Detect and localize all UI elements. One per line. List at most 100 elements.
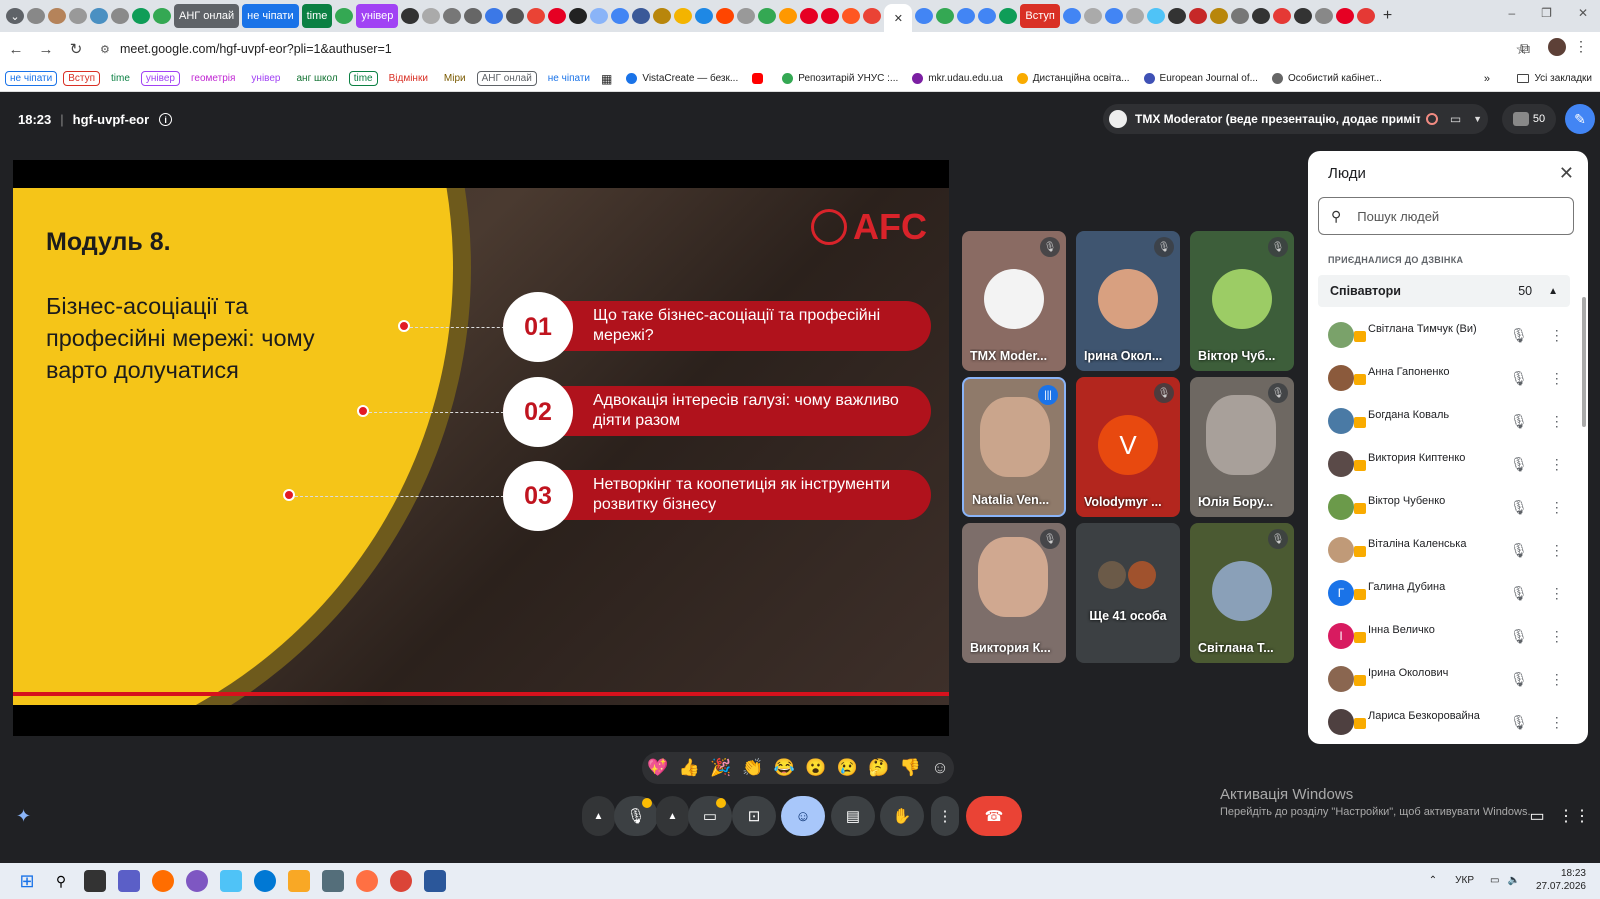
tab-chip[interactable]: АНГ онлай xyxy=(174,4,240,28)
start-icon[interactable]: ⊞ xyxy=(16,870,38,892)
tab-favicon[interactable] xyxy=(674,8,693,24)
tab-favicon[interactable] xyxy=(737,8,756,24)
party-reaction[interactable]: 🎉 xyxy=(710,758,731,778)
mic-off-icon[interactable]: 🎙 xyxy=(1510,714,1528,731)
recording-controls[interactable]: ▭ ▼ xyxy=(1420,104,1488,134)
more-options-icon[interactable]: ⋮ xyxy=(1550,671,1564,688)
surprised-reaction[interactable]: 😮 xyxy=(805,758,826,778)
bookmark-chip[interactable]: time xyxy=(106,71,135,86)
present-screen-button[interactable]: ⊡ xyxy=(732,796,776,836)
tab-favicon[interactable] xyxy=(1356,8,1375,24)
bookmark-link[interactable]: Дистанційна освіта... xyxy=(1016,73,1130,84)
panel-scrollbar[interactable] xyxy=(1582,297,1586,427)
blender-icon[interactable] xyxy=(152,870,174,892)
volume-icon[interactable]: 🔈 xyxy=(1507,875,1519,886)
mic-off-icon[interactable]: 🎙 xyxy=(1510,370,1528,387)
tab-favicon[interactable] xyxy=(1209,8,1228,24)
tab-chip[interactable]: time xyxy=(301,4,333,28)
thinking-reaction[interactable]: 🤔 xyxy=(868,758,889,778)
close-icon[interactable]: ✕ xyxy=(1559,163,1574,184)
tab-favicon[interactable] xyxy=(506,8,525,24)
bookmark-chip[interactable]: універ xyxy=(140,71,180,86)
new-tab-button[interactable]: + xyxy=(1378,4,1397,28)
tab-favicon[interactable] xyxy=(69,8,87,24)
tab-list-icon[interactable]: ⌄ xyxy=(6,8,24,24)
raise-hand-button[interactable]: ✋ xyxy=(880,796,924,836)
tab-favicon[interactable] xyxy=(800,8,819,24)
thumbs-up-reaction[interactable]: 👍 xyxy=(679,758,700,778)
participant-tile[interactable]: 🎙 Світлана Т... xyxy=(1190,523,1294,663)
bookmark-chip[interactable]: геометрія xyxy=(186,71,240,86)
bookmark-link[interactable]: Репозитарій УНУС :... xyxy=(782,73,898,84)
file-explorer-icon[interactable] xyxy=(288,870,310,892)
tab-favicon[interactable] xyxy=(422,8,441,24)
participant-tile[interactable]: 🎙 Ірина Окол... xyxy=(1076,231,1180,371)
activities-grid-icon[interactable]: ⋮⋮ xyxy=(1558,804,1590,828)
back-arrow-icon[interactable]: ← xyxy=(2,35,30,63)
bookmark-chip[interactable]: Відмінки xyxy=(384,71,433,86)
list-item[interactable]: Виктория Киптенко 🎙 ⋮ xyxy=(1328,444,1573,484)
clock[interactable]: 18:23 27.07.2026 xyxy=(1536,867,1586,893)
list-item[interactable]: Богдана Коваль 🎙 ⋮ xyxy=(1328,401,1573,441)
minimize-icon[interactable]: – xyxy=(1508,6,1515,20)
tab-favicon[interactable] xyxy=(485,8,504,24)
tab-favicon[interactable] xyxy=(695,8,714,24)
mic-off-icon[interactable]: 🎙 xyxy=(1510,671,1528,688)
more-options-icon[interactable]: ⋮ xyxy=(1550,413,1564,430)
tab-favicon[interactable] xyxy=(132,8,150,24)
tab-favicon[interactable] xyxy=(1146,8,1165,24)
app-icon[interactable] xyxy=(220,870,242,892)
all-bookmarks[interactable]: Усі закладки xyxy=(1517,73,1592,84)
info-icon[interactable]: i xyxy=(159,113,173,126)
tab-favicon[interactable] xyxy=(569,8,588,24)
search-icon[interactable]: ⚲ xyxy=(50,870,72,892)
site-info-icon[interactable]: ⚙ xyxy=(100,43,110,56)
more-options-icon[interactable]: ⋮ xyxy=(1550,628,1564,645)
participant-tile[interactable]: 🎙 TMX Moder... xyxy=(962,231,1066,371)
tab-favicon[interactable] xyxy=(90,8,108,24)
participant-tile[interactable]: 🎙 Юлія Бору... xyxy=(1190,377,1294,517)
bookmark-link[interactable]: mkr.udau.edu.ua xyxy=(912,73,1003,84)
maximize-icon[interactable]: ❐ xyxy=(1541,6,1552,20)
tab-favicon[interactable] xyxy=(335,8,354,24)
mic-off-icon[interactable]: 🎙 xyxy=(1510,413,1528,430)
record-icon[interactable] xyxy=(1425,113,1438,125)
tab-favicon[interactable] xyxy=(632,8,651,24)
more-options-icon[interactable]: ⋮ xyxy=(1550,542,1564,559)
mic-off-icon[interactable]: 🎙 xyxy=(1510,499,1528,516)
bookmark-chip[interactable]: Міри xyxy=(439,71,471,86)
tab-favicon[interactable] xyxy=(1062,8,1081,24)
list-item[interactable]: Г Галина Дубина 🎙 ⋮ xyxy=(1328,573,1573,613)
camera-off-icon[interactable]: ▭ xyxy=(1450,112,1461,126)
list-item[interactable]: Лариса Безкоровайна 🎙 ⋮ xyxy=(1328,702,1573,742)
tab-favicon[interactable] xyxy=(153,8,171,24)
tab-favicon[interactable] xyxy=(978,8,997,24)
network-icon[interactable]: ▭ xyxy=(1490,875,1499,886)
profile-avatar[interactable] xyxy=(1548,38,1566,56)
bookmark-link[interactable]: Особистий кабінет... xyxy=(1271,73,1382,84)
tab-favicon[interactable] xyxy=(1188,8,1207,24)
tab-favicon[interactable] xyxy=(999,8,1018,24)
list-item[interactable]: Анна Гапоненко 🎙 ⋮ xyxy=(1328,358,1573,398)
tab-favicon[interactable] xyxy=(842,8,861,24)
tab-favicon[interactable] xyxy=(401,8,420,24)
tab-favicon[interactable] xyxy=(464,8,483,24)
teams-icon[interactable] xyxy=(118,870,140,892)
more-bookmarks-icon[interactable]: » xyxy=(1484,73,1490,85)
tab-favicon[interactable] xyxy=(1167,8,1186,24)
mic-off-icon[interactable]: 🎙 xyxy=(1510,542,1528,559)
tab-favicon[interactable] xyxy=(779,8,798,24)
tab-favicon[interactable] xyxy=(1083,8,1102,24)
tab-favicon[interactable] xyxy=(1272,8,1291,24)
bookmark-link[interactable]: VistaCreate — безк... xyxy=(626,73,738,84)
reactions-button[interactable]: ☺ xyxy=(781,796,825,836)
participant-tile[interactable]: 🎙 Віктор Чуб... xyxy=(1190,231,1294,371)
firefox-icon[interactable] xyxy=(356,870,378,892)
laugh-reaction[interactable]: 😂 xyxy=(774,758,795,778)
language-indicator[interactable]: УКР xyxy=(1455,875,1474,886)
bookmark-chip[interactable]: Вступ xyxy=(63,71,100,86)
video-options-chevron-icon[interactable]: ▲ xyxy=(656,796,689,836)
leave-call-button[interactable]: ☎ xyxy=(966,796,1022,836)
tab-favicon[interactable] xyxy=(48,8,66,24)
tab-favicon[interactable] xyxy=(590,8,609,24)
